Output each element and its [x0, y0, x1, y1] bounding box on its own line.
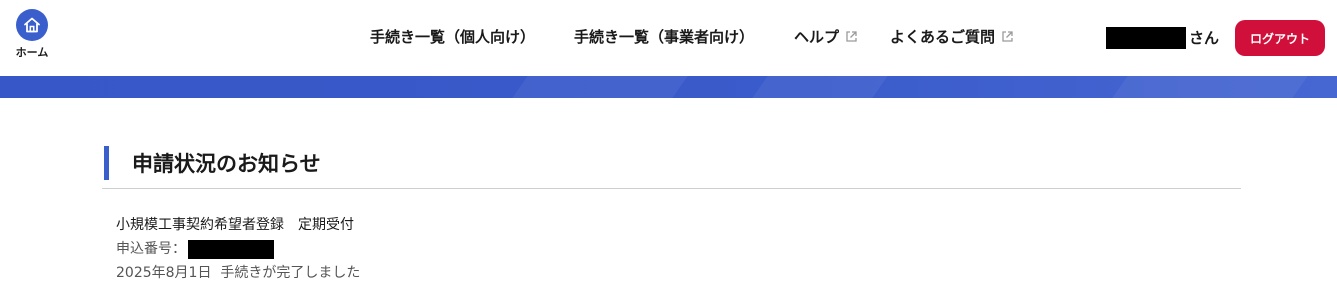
home-label: ホーム: [15, 46, 49, 59]
nav-label: 手続き一覧（事業者向け）: [574, 28, 755, 46]
header-banner: [0, 76, 1337, 98]
notice-item[interactable]: 小規模工事契約希望者登録 定期受付 申込番号： 2025年8月1日 手続きが完了…: [116, 213, 360, 285]
nav-label: 手続き一覧（個人向け）: [370, 28, 536, 46]
nav-procedures-individual[interactable]: 手続き一覧（個人向け）: [370, 26, 535, 47]
application-number-row: 申込番号：: [116, 237, 360, 261]
home-link[interactable]: ホーム: [12, 9, 52, 60]
nav-procedures-business[interactable]: 手続き一覧（事業者向け）: [574, 26, 754, 47]
notice-status: 2025年8月1日 手続きが完了しました: [116, 265, 361, 281]
nav-label: ヘルプ: [794, 28, 840, 46]
user-suffix: さん: [1189, 29, 1220, 47]
nav-help[interactable]: ヘルプ: [794, 26, 858, 47]
home-icon: [16, 9, 48, 41]
nav-label: よくあるご質問: [890, 28, 996, 46]
application-number-redacted: [188, 239, 274, 259]
status-section: 申請状況のお知らせ: [102, 146, 1241, 189]
banner-decoration: [512, 76, 688, 98]
user-name-redacted: [1106, 27, 1186, 49]
banner-decoration: [1112, 76, 1308, 98]
nav-faq[interactable]: よくあるご質問: [890, 26, 1014, 47]
notice-title: 小規模工事契約希望者登録 定期受付: [116, 217, 354, 233]
heading-accent-bar: [104, 146, 109, 180]
section-heading: 申請状況のお知らせ: [102, 146, 1241, 189]
external-link-icon: [846, 31, 857, 42]
banner-decoration: [752, 76, 888, 98]
application-number-label: 申込番号：: [116, 241, 186, 257]
logout-button[interactable]: ログアウト: [1235, 20, 1325, 56]
section-title: 申請状況のお知らせ: [132, 152, 321, 176]
site-header: ホーム 手続き一覧（個人向け） 手続き一覧（事業者向け） ヘルプ よくあるご質問…: [0, 0, 1337, 76]
external-link-icon: [1002, 31, 1013, 42]
